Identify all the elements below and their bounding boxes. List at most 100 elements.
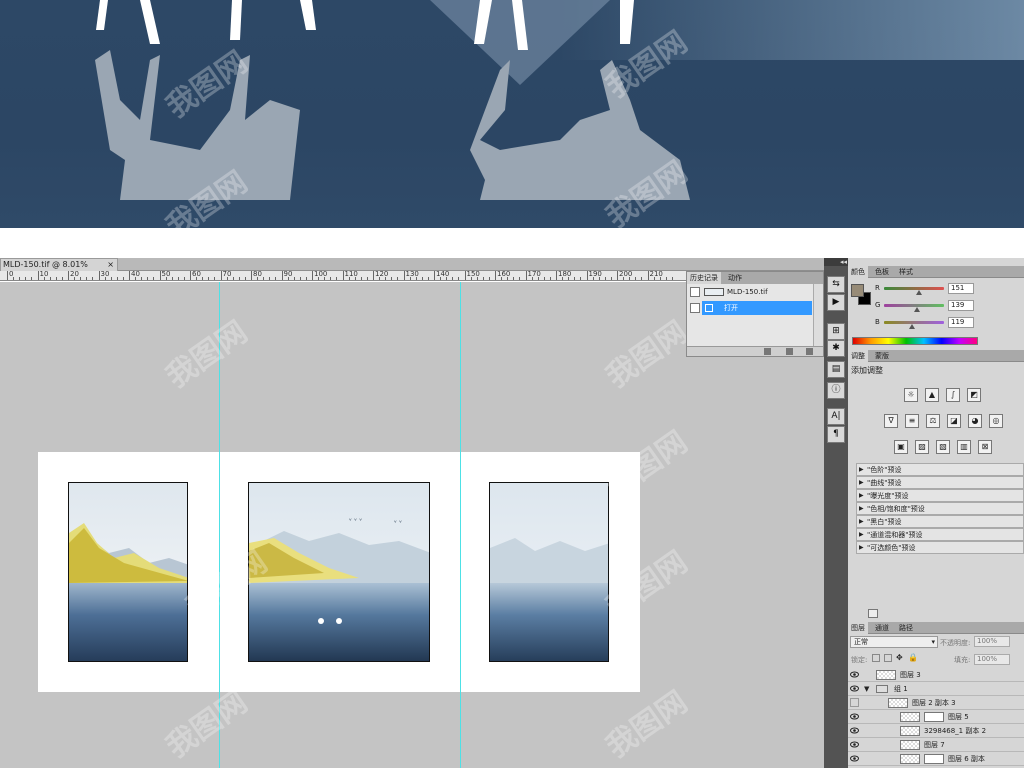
- guide-line[interactable]: [219, 282, 220, 768]
- history-brush-icon[interactable]: [690, 303, 700, 313]
- fill-label: 填充:: [954, 656, 971, 664]
- ruler-minor-tick: [397, 277, 399, 280]
- layer-row[interactable]: 图层 5: [848, 710, 1024, 724]
- history-state-selected[interactable]: 打开: [690, 301, 812, 315]
- return-to-adjust-list-icon[interactable]: [868, 609, 878, 618]
- tab-layers[interactable]: 图层: [848, 622, 868, 634]
- lock-position-icon[interactable]: ✥: [896, 653, 903, 662]
- eye-icon[interactable]: [850, 698, 859, 707]
- collapse-arrows-icon[interactable]: ◂◂: [840, 258, 847, 266]
- eye-icon[interactable]: [850, 726, 859, 735]
- adjustment-preset[interactable]: "色相/饱和度"预设: [856, 502, 1024, 515]
- layer-mask-thumbnail[interactable]: [924, 712, 944, 722]
- eye-icon[interactable]: [850, 754, 859, 763]
- slider-thumb[interactable]: [916, 290, 923, 295]
- dock-panel-icon[interactable]: ⓘ: [827, 382, 845, 399]
- slider-thumb[interactable]: [909, 324, 916, 329]
- slider-thumb[interactable]: [914, 307, 920, 312]
- ruler-minor-tick: [641, 277, 643, 280]
- adjustment-preset[interactable]: "色阶"预设: [856, 463, 1024, 476]
- adjustment-icon[interactable]: ∇: [884, 414, 898, 428]
- opacity-field[interactable]: 100%: [974, 636, 1010, 647]
- ruler-minor-tick: [153, 277, 155, 280]
- adjustment-icon[interactable]: ≡: [905, 414, 919, 428]
- lock-transparent-icon[interactable]: [872, 654, 880, 662]
- channel-value[interactable]: 151: [948, 283, 974, 294]
- history-scrollbar[interactable]: [813, 284, 823, 346]
- tab-channels[interactable]: 通道: [872, 622, 892, 634]
- layer-mask-thumbnail[interactable]: [924, 754, 944, 764]
- brush-source-icon[interactable]: [690, 287, 700, 297]
- adjustment-icon[interactable]: ▨: [915, 440, 929, 454]
- color-spectrum-bar[interactable]: [852, 337, 978, 345]
- adjustment-icon[interactable]: ◩: [967, 388, 981, 402]
- dock-panel-icon[interactable]: ✱: [827, 340, 845, 357]
- channel-value[interactable]: 119: [948, 317, 974, 328]
- trash-icon[interactable]: [806, 348, 813, 355]
- ruler-label: 210: [649, 271, 663, 278]
- adjustment-icon[interactable]: ☼: [904, 388, 918, 402]
- tab-styles[interactable]: 样式: [896, 266, 916, 278]
- dock-panel-icon[interactable]: ▤: [827, 361, 845, 378]
- adjustment-preset[interactable]: "可选颜色"预设: [856, 541, 1024, 554]
- layer-group-row[interactable]: ▼ 组 1: [848, 682, 1024, 696]
- adjustment-preset[interactable]: "黑白"预设: [856, 515, 1024, 528]
- adjustment-preset[interactable]: "曝光度"预设: [856, 489, 1024, 502]
- layer-row[interactable]: 图层 3: [848, 668, 1024, 682]
- ruler-minor-tick: [440, 277, 442, 280]
- fill-field[interactable]: 100%: [974, 654, 1010, 665]
- adjustment-icon[interactable]: ◪: [947, 414, 961, 428]
- tab-color[interactable]: 颜色: [848, 266, 868, 278]
- close-icon[interactable]: ×: [107, 259, 114, 271]
- ruler-minor-tick: [598, 277, 600, 280]
- tab-swatches[interactable]: 色板: [872, 266, 892, 278]
- adjustment-icon[interactable]: ◎: [989, 414, 1003, 428]
- document-tab[interactable]: MLD-150.tif @ 8.01%(RGB/8) ×: [0, 258, 118, 281]
- adjustment-preset[interactable]: "通道混和器"预设: [856, 528, 1024, 541]
- channel-value[interactable]: 139: [948, 300, 974, 311]
- eye-icon[interactable]: [850, 740, 859, 749]
- document-page[interactable]: ᵛ ᵛ ᵛᵛ ᵛ: [38, 452, 640, 692]
- adjustment-icon[interactable]: ⊠: [978, 440, 992, 454]
- layer-row[interactable]: 图层 6 副本: [848, 752, 1024, 766]
- history-snapshot[interactable]: MLD-150.tif: [687, 285, 813, 299]
- dock-panel-icon[interactable]: ▶: [827, 294, 845, 311]
- adjustment-icon[interactable]: ▥: [957, 440, 971, 454]
- lock-image-icon[interactable]: [884, 654, 892, 662]
- dock-panel-icon[interactable]: ⊞: [827, 323, 845, 340]
- eye-icon[interactable]: [850, 684, 859, 693]
- adjustment-icon[interactable]: ⚖: [926, 414, 940, 428]
- adjustment-icon[interactable]: ◕: [968, 414, 982, 428]
- channel-slider[interactable]: [884, 287, 944, 290]
- dock-panel-icon[interactable]: A|: [827, 408, 845, 425]
- expand-arrow-icon[interactable]: ▼: [864, 682, 869, 696]
- ruler-major-tick: [129, 271, 130, 280]
- ruler-major-tick: [556, 271, 557, 280]
- layer-row[interactable]: 图层 2 副本 3: [848, 696, 1024, 710]
- tab-history[interactable]: 历史记录: [687, 272, 721, 284]
- new-document-icon[interactable]: [764, 348, 771, 355]
- eye-icon[interactable]: [850, 712, 859, 721]
- adjustment-icon[interactable]: ▧: [936, 440, 950, 454]
- layer-row[interactable]: 3298468_1 副本 2: [848, 724, 1024, 738]
- layer-row[interactable]: 图层 7: [848, 738, 1024, 752]
- adjustment-icon[interactable]: ▲: [925, 388, 939, 402]
- layer-thumbnail: [900, 740, 920, 750]
- tab-paths[interactable]: 路径: [896, 622, 916, 634]
- lock-all-icon[interactable]: 🔒: [908, 653, 918, 662]
- adjustment-icon[interactable]: ▣: [894, 440, 908, 454]
- dock-panel-icon[interactable]: ¶: [827, 426, 845, 443]
- tab-actions[interactable]: 动作: [725, 272, 745, 284]
- dock-panel-icon[interactable]: ⇆: [827, 276, 845, 293]
- ruler-minor-tick: [122, 277, 124, 280]
- tab-masks[interactable]: 蒙版: [872, 350, 892, 362]
- new-snapshot-icon[interactable]: [786, 348, 793, 355]
- ruler-minor-tick: [379, 277, 381, 280]
- guide-line[interactable]: [460, 282, 461, 768]
- blend-mode-select[interactable]: 正常 ▾: [850, 636, 938, 648]
- tab-adjustments[interactable]: 调整: [848, 350, 868, 362]
- adjustment-icon[interactable]: ∫: [946, 388, 960, 402]
- foreground-swatch[interactable]: [851, 284, 864, 297]
- eye-icon[interactable]: [850, 670, 859, 679]
- adjustment-preset[interactable]: "曲线"预设: [856, 476, 1024, 489]
